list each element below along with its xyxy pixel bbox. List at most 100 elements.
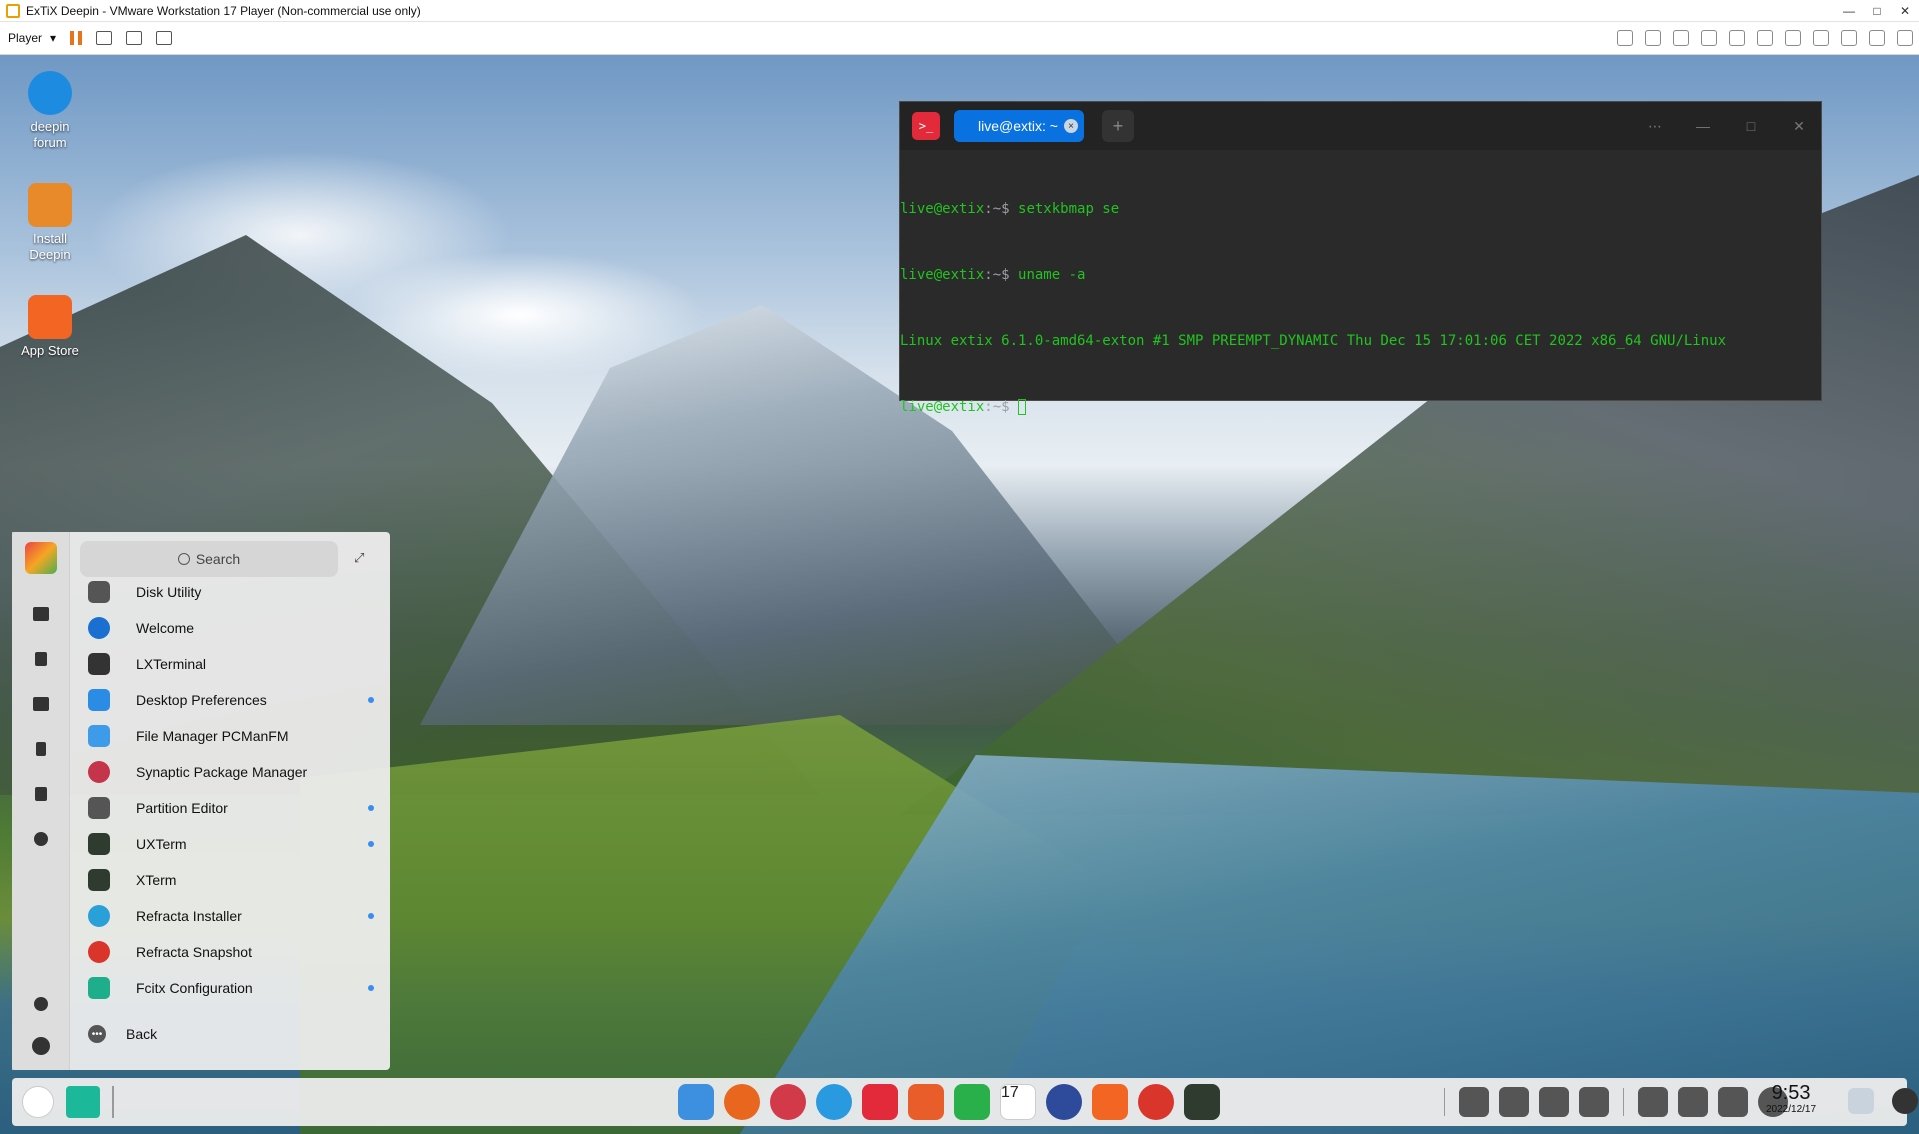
launcher-search-input[interactable]: Search bbox=[80, 541, 338, 577]
image-icon[interactable] bbox=[33, 697, 49, 711]
fit-guest-icon[interactable] bbox=[126, 31, 143, 45]
display-icon[interactable] bbox=[1869, 30, 1885, 46]
keyboard-icon[interactable] bbox=[1459, 1087, 1489, 1117]
pen-icon[interactable] bbox=[1539, 1087, 1569, 1117]
launcher-category-all-icon[interactable] bbox=[25, 542, 57, 574]
printer-icon[interactable] bbox=[1729, 30, 1745, 46]
terminal-cursor bbox=[1018, 399, 1027, 415]
control-center-icon[interactable] bbox=[816, 1084, 852, 1120]
list-item[interactable]: Partition Editor bbox=[72, 790, 390, 826]
app-store-icon[interactable] bbox=[1092, 1084, 1128, 1120]
document-icon[interactable] bbox=[35, 652, 47, 666]
list-item[interactable]: Fcitx Configuration bbox=[72, 970, 390, 1006]
new-app-indicator bbox=[368, 697, 374, 703]
search-icon[interactable] bbox=[1678, 1087, 1708, 1117]
multitasking-view-button[interactable] bbox=[66, 1086, 100, 1118]
expand-fullscreen-icon[interactable]: ⤢ bbox=[354, 550, 370, 566]
list-item[interactable]: UXTerm bbox=[72, 826, 390, 862]
download-icon[interactable] bbox=[34, 832, 48, 846]
list-item[interactable]: Disk Utility bbox=[72, 574, 390, 610]
screenshot-icon[interactable] bbox=[1638, 1087, 1668, 1117]
window-icon[interactable] bbox=[1718, 1087, 1748, 1117]
calendar-icon[interactable]: 17 bbox=[1000, 1084, 1036, 1120]
dock-end-icons bbox=[1848, 1088, 1918, 1114]
list-item[interactable]: File Manager PCManFM bbox=[72, 718, 390, 754]
image-viewer-icon[interactable] bbox=[908, 1084, 944, 1120]
desktop-icon-install-deepin[interactable]: Install Deepin bbox=[12, 183, 88, 263]
send-ctrl-alt-del-icon[interactable] bbox=[96, 31, 113, 45]
forward-icon[interactable] bbox=[1617, 30, 1633, 46]
file-manager-icon[interactable] bbox=[678, 1084, 714, 1120]
prompt-separator: :~$ bbox=[984, 267, 1019, 283]
download-manager-icon[interactable] bbox=[770, 1084, 806, 1120]
dock-apps: 17 bbox=[678, 1084, 1220, 1120]
launcher-button[interactable] bbox=[22, 1086, 54, 1118]
settings-icon[interactable] bbox=[34, 997, 48, 1011]
terminal-close-button[interactable]: ✕ bbox=[1787, 114, 1811, 138]
terminal-menu-button[interactable]: ⋯ bbox=[1643, 114, 1667, 138]
computer-icon[interactable] bbox=[33, 607, 49, 621]
close-tab-icon[interactable]: × bbox=[1064, 119, 1078, 133]
music-icon[interactable] bbox=[954, 1084, 990, 1120]
cd-drive-icon[interactable] bbox=[1645, 30, 1661, 46]
maximize-button[interactable]: □ bbox=[1863, 0, 1891, 22]
list-item[interactable]: Refracta Snapshot bbox=[72, 934, 390, 970]
power-icon[interactable] bbox=[32, 1037, 50, 1055]
vmware-app-icon bbox=[6, 3, 20, 18]
terminal-window-controls: ⋯ — □ ✕ bbox=[1643, 114, 1811, 138]
search-placeholder: Search bbox=[195, 551, 241, 567]
list-item[interactable]: Welcome bbox=[72, 610, 390, 646]
output-text: Linux extix 6.1.0-amd64-exton #1 SMP PRE… bbox=[900, 333, 1727, 349]
hard-disk-icon[interactable] bbox=[1841, 30, 1857, 46]
add-tab-button[interactable]: + bbox=[1102, 110, 1134, 142]
refracta-installer-icon bbox=[88, 905, 110, 927]
prompt-separator: :~$ bbox=[984, 399, 1019, 415]
desktop-icon-deepin-forum[interactable]: deepin forum bbox=[12, 71, 88, 151]
player-menu[interactable]: Player ▾ bbox=[8, 31, 56, 45]
command-text: setxkbmap se bbox=[1018, 201, 1120, 217]
prompt-user: live@extix bbox=[900, 399, 985, 415]
list-item[interactable]: Desktop Preferences bbox=[72, 682, 390, 718]
music-icon[interactable] bbox=[36, 742, 46, 756]
more-icon: ••• bbox=[88, 1025, 106, 1043]
terminal-minimize-button[interactable]: — bbox=[1691, 114, 1715, 138]
usb-device-icon[interactable] bbox=[1701, 30, 1717, 46]
list-item[interactable]: LXTerminal bbox=[72, 646, 390, 682]
floppy-icon[interactable] bbox=[1785, 30, 1801, 46]
expand-tray-icon[interactable] bbox=[1579, 1087, 1609, 1117]
calendar-day: 17 bbox=[1001, 1084, 1019, 1101]
message-log-icon[interactable] bbox=[1897, 30, 1913, 46]
app-label: File Manager PCManFM bbox=[136, 728, 289, 744]
pause-icon[interactable] bbox=[70, 31, 83, 45]
clock[interactable]: 9:53 2022/12/17 bbox=[1766, 1082, 1816, 1116]
firefox-icon[interactable] bbox=[724, 1084, 760, 1120]
app-label: Synaptic Package Manager bbox=[136, 764, 308, 780]
app-label: LXTerminal bbox=[136, 656, 207, 672]
list-item[interactable]: Synaptic Package Manager bbox=[72, 754, 390, 790]
minimize-button[interactable]: — bbox=[1835, 0, 1863, 22]
notification-icon[interactable] bbox=[1892, 1088, 1918, 1114]
system-monitor-icon[interactable] bbox=[1046, 1084, 1082, 1120]
trash-icon[interactable] bbox=[1848, 1088, 1874, 1114]
terminal-window[interactable]: >_ live@extix: ~ × + ⋯ — □ ✕ live@extix:… bbox=[899, 101, 1822, 415]
camera-icon[interactable] bbox=[1813, 30, 1829, 46]
terminal-output[interactable]: live@extix:~$ setxkbmap se live@extix:~$… bbox=[900, 150, 1821, 462]
volume-icon[interactable] bbox=[1499, 1087, 1529, 1117]
launcher-back-button[interactable]: ••• Back bbox=[72, 1016, 157, 1052]
sound-card-icon[interactable] bbox=[1757, 30, 1773, 46]
unity-mode-icon[interactable] bbox=[156, 31, 173, 45]
refracta-snapshot-icon[interactable] bbox=[1138, 1084, 1174, 1120]
tray-divider bbox=[1623, 1088, 1624, 1116]
refracta-snapshot-icon bbox=[88, 941, 110, 963]
video-icon[interactable] bbox=[35, 787, 47, 801]
network-adapter-icon[interactable] bbox=[1673, 30, 1689, 46]
desktop-icon-app-store[interactable]: App Store bbox=[12, 295, 88, 359]
terminal-tab[interactable]: live@extix: ~ × bbox=[954, 110, 1084, 142]
terminal-maximize-button[interactable]: □ bbox=[1739, 114, 1763, 138]
vm-window-buttons: — □ ✕ bbox=[1835, 0, 1919, 22]
list-item[interactable]: Refracta Installer bbox=[72, 898, 390, 934]
terminal-icon[interactable] bbox=[862, 1084, 898, 1120]
xterm-icon[interactable] bbox=[1184, 1084, 1220, 1120]
list-item[interactable]: XTerm bbox=[72, 862, 390, 898]
close-button[interactable]: ✕ bbox=[1891, 0, 1919, 22]
